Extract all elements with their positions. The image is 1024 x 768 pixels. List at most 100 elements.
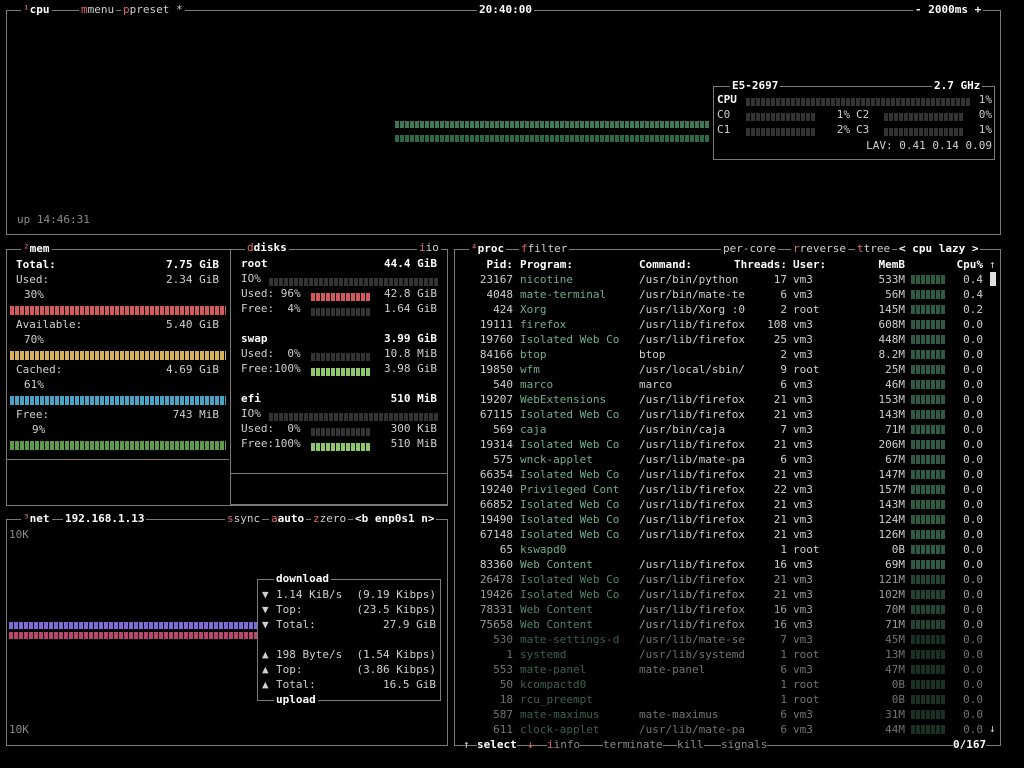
- table-row[interactable]: 424 Xorg/usr/lib/Xorg :0 2 root 145M 0.2: [455, 302, 985, 317]
- reverse-toggle[interactable]: rreverse: [791, 242, 848, 256]
- zero-toggle[interactable]: zzero: [311, 512, 349, 526]
- table-row[interactable]: 19240 Privileged Cont/usr/lib/firefox 22 vm…: [455, 482, 985, 497]
- preset-button[interactable]: ppreset *: [121, 3, 185, 17]
- table-row[interactable]: 530 mate-settings-d/usr/lib/mate-se 7 vm3 45…: [455, 632, 985, 647]
- table-row[interactable]: 67148 Isolated Web Co/usr/lib/firefox 21 vm…: [455, 527, 985, 542]
- cpu-graph-cell: [625, 121, 629, 128]
- meter-segment: [896, 98, 900, 106]
- cpu-graph-cell: [580, 121, 584, 128]
- col-command[interactable]: Command:: [639, 257, 692, 272]
- disk-root-used-meter: [311, 291, 375, 301]
- table-row[interactable]: 66852 Isolated Web Co/usr/lib/firefox 21 vm…: [455, 497, 985, 512]
- table-row[interactable]: 78331 Web Content/usr/lib/firefox 16 vm3 70M…: [455, 602, 985, 617]
- mem-available-pct: 70%: [24, 333, 44, 346]
- table-row[interactable]: 553 mate-panel mate-panel 6 vm3 47M 0.0: [455, 662, 985, 677]
- interface-selector[interactable]: <b enp0s1 n>: [353, 512, 437, 526]
- proc-memb: 448M: [878, 333, 906, 346]
- cpu-title[interactable]: cpu: [30, 3, 50, 16]
- cpu-graph-cell: [620, 135, 624, 142]
- cpu-graph: [395, 121, 709, 142]
- net-upload-cell: [129, 632, 133, 639]
- col-memb[interactable]: MemB: [855, 257, 906, 272]
- proc-user: root: [793, 363, 820, 376]
- table-row[interactable]: 50 kcompactd0 1 root 0B 0.0: [455, 677, 985, 692]
- col-user[interactable]: User:: [793, 257, 826, 272]
- auto-toggle[interactable]: aauto: [269, 512, 307, 526]
- table-row[interactable]: 19207 WebExtensions/usr/lib/firefox 21 vm3 1…: [455, 392, 985, 407]
- table-row[interactable]: 26478 Isolated Web Co/usr/lib/firefox 21 vm…: [455, 572, 985, 587]
- table-row[interactable]: 83360 Web Content/usr/lib/firefox 16 vm3 69M…: [455, 557, 985, 572]
- menu-button[interactable]: mmenu: [79, 3, 117, 17]
- sync-toggle[interactable]: ssync: [225, 512, 263, 526]
- proc-cpu-graph: [911, 500, 945, 509]
- meter-segment: [796, 98, 800, 106]
- cpu-graph-cell: [620, 121, 624, 128]
- filter-button[interactable]: ffilter: [519, 242, 570, 256]
- col-cpu[interactable]: Cpu%: [949, 257, 984, 272]
- meter-segment: [351, 443, 355, 451]
- select-down-icon[interactable]: ↓: [527, 737, 534, 752]
- terminate-button[interactable]: terminate: [603, 737, 663, 752]
- table-row[interactable]: 19850 wfm/usr/local/sbin/9 root 25M 0.0: [455, 362, 985, 377]
- select-label[interactable]: select: [477, 737, 517, 752]
- table-row[interactable]: 569 caja/usr/bin/caja 7 vm3 71M 0.0: [455, 422, 985, 437]
- proc-cpu: 0.0: [963, 393, 983, 406]
- proc-threads: 21: [773, 573, 787, 586]
- info-button[interactable]: iinfo: [547, 737, 581, 752]
- table-row[interactable]: 19111 firefox/usr/lib/firefox 108 vm3 608M 0.…: [455, 317, 985, 332]
- cpu-graph-cell: [440, 135, 444, 142]
- io-toggle[interactable]: iio: [417, 241, 441, 255]
- table-row[interactable]: 1 systemd/usr/lib/systemd 1 root 13M 0.0: [455, 647, 985, 662]
- proc-memb: 126M: [878, 528, 906, 541]
- table-row[interactable]: 19426 Isolated Web Co/usr/lib/firefox 21 vm…: [455, 587, 985, 602]
- cpu-graph-cell: [465, 135, 469, 142]
- table-row[interactable]: 19760 Isolated Web Co/usr/lib/firefox 25 vm…: [455, 332, 985, 347]
- kill-button[interactable]: kill: [677, 737, 704, 752]
- table-row[interactable]: 65 kswapd0 1 root 0B 0.0: [455, 542, 985, 557]
- table-row[interactable]: 19314 Isolated Web Co/usr/lib/firefox 21 vm…: [455, 437, 985, 452]
- net-header[interactable]: ³net: [21, 512, 52, 526]
- tree-toggle[interactable]: ttree: [855, 242, 893, 256]
- cpu-graph-cell: [630, 121, 634, 128]
- table-row[interactable]: 18 rcu_preempt 1 root 0B 0.0: [455, 692, 985, 707]
- scroll-down-icon[interactable]: ↓: [989, 721, 996, 736]
- table-row[interactable]: 23167 nicotine/usr/bin/python 17 vm3 533M 0.4: [455, 272, 985, 287]
- table-row[interactable]: 575 wnck-applet/usr/lib/mate-pa 6 vm3 67M 0.0: [455, 452, 985, 467]
- table-row[interactable]: 540 marco marco 6 vm3 46M 0.0: [455, 377, 985, 392]
- net-download-cell: [9, 622, 13, 629]
- col-pid[interactable]: Pid:: [461, 257, 514, 272]
- mem-cached: 4.69 GiB: [166, 363, 219, 376]
- net-scale-bottom: 10K: [9, 723, 29, 736]
- table-row[interactable]: 4048 mate-terminal/usr/bin/mate-te 6 vm3 56M…: [455, 287, 985, 302]
- col-program[interactable]: Program:: [520, 257, 573, 272]
- signals-button[interactable]: signals: [721, 737, 768, 752]
- io-label: io: [425, 241, 439, 254]
- table-row[interactable]: 66354 Isolated Web Co/usr/lib/firefox 21 vm…: [455, 467, 985, 482]
- col-threads[interactable]: Threads:: [729, 257, 787, 272]
- meter-segment: [941, 98, 945, 106]
- cpu-graph-cell: [510, 135, 514, 142]
- meter-segment: [316, 368, 320, 376]
- table-row[interactable]: 84166 btop btop 2 vm3 8.2M 0.0: [455, 347, 985, 362]
- proc-header[interactable]: ⁴proc: [469, 242, 507, 256]
- proc-program: Xorg: [520, 303, 547, 316]
- proc-cpu: 0.0: [963, 588, 983, 601]
- per-core-toggle[interactable]: per-core: [721, 242, 778, 256]
- scrollbar-thumb[interactable]: [990, 272, 996, 286]
- table-row[interactable]: 587 mate-maximus mate-maximus 6 vm3 31M 0.0: [455, 707, 985, 722]
- select-up-icon[interactable]: ↑: [463, 737, 470, 752]
- net-upload-cell: [244, 632, 248, 639]
- proc-pid: 83360: [479, 558, 513, 571]
- disks-header[interactable]: ddisks: [245, 241, 289, 255]
- table-row[interactable]: 19490 Isolated Web Co/usr/lib/firefox 21 vm…: [455, 512, 985, 527]
- sort-selector[interactable]: < cpu lazy >: [897, 242, 981, 256]
- scroll-up-icon[interactable]: ↑: [989, 257, 996, 272]
- proc-memb: 46M: [885, 378, 905, 391]
- refresh-rate-control[interactable]: - 2000ms +: [913, 3, 984, 17]
- table-row[interactable]: 75658 Web Content/usr/lib/firefox 16 vm3 71M…: [455, 617, 985, 632]
- table-row[interactable]: 67115 Isolated Web Co/usr/lib/firefox 21 vm…: [455, 407, 985, 422]
- meter-segment: [409, 413, 413, 421]
- table-row[interactable]: 611 clock-applet/usr/lib/mate-pa 6 vm3 44M 0.…: [455, 722, 985, 737]
- mem-header[interactable]: ²mem: [21, 242, 52, 256]
- cpu-graph-cell: [495, 121, 499, 128]
